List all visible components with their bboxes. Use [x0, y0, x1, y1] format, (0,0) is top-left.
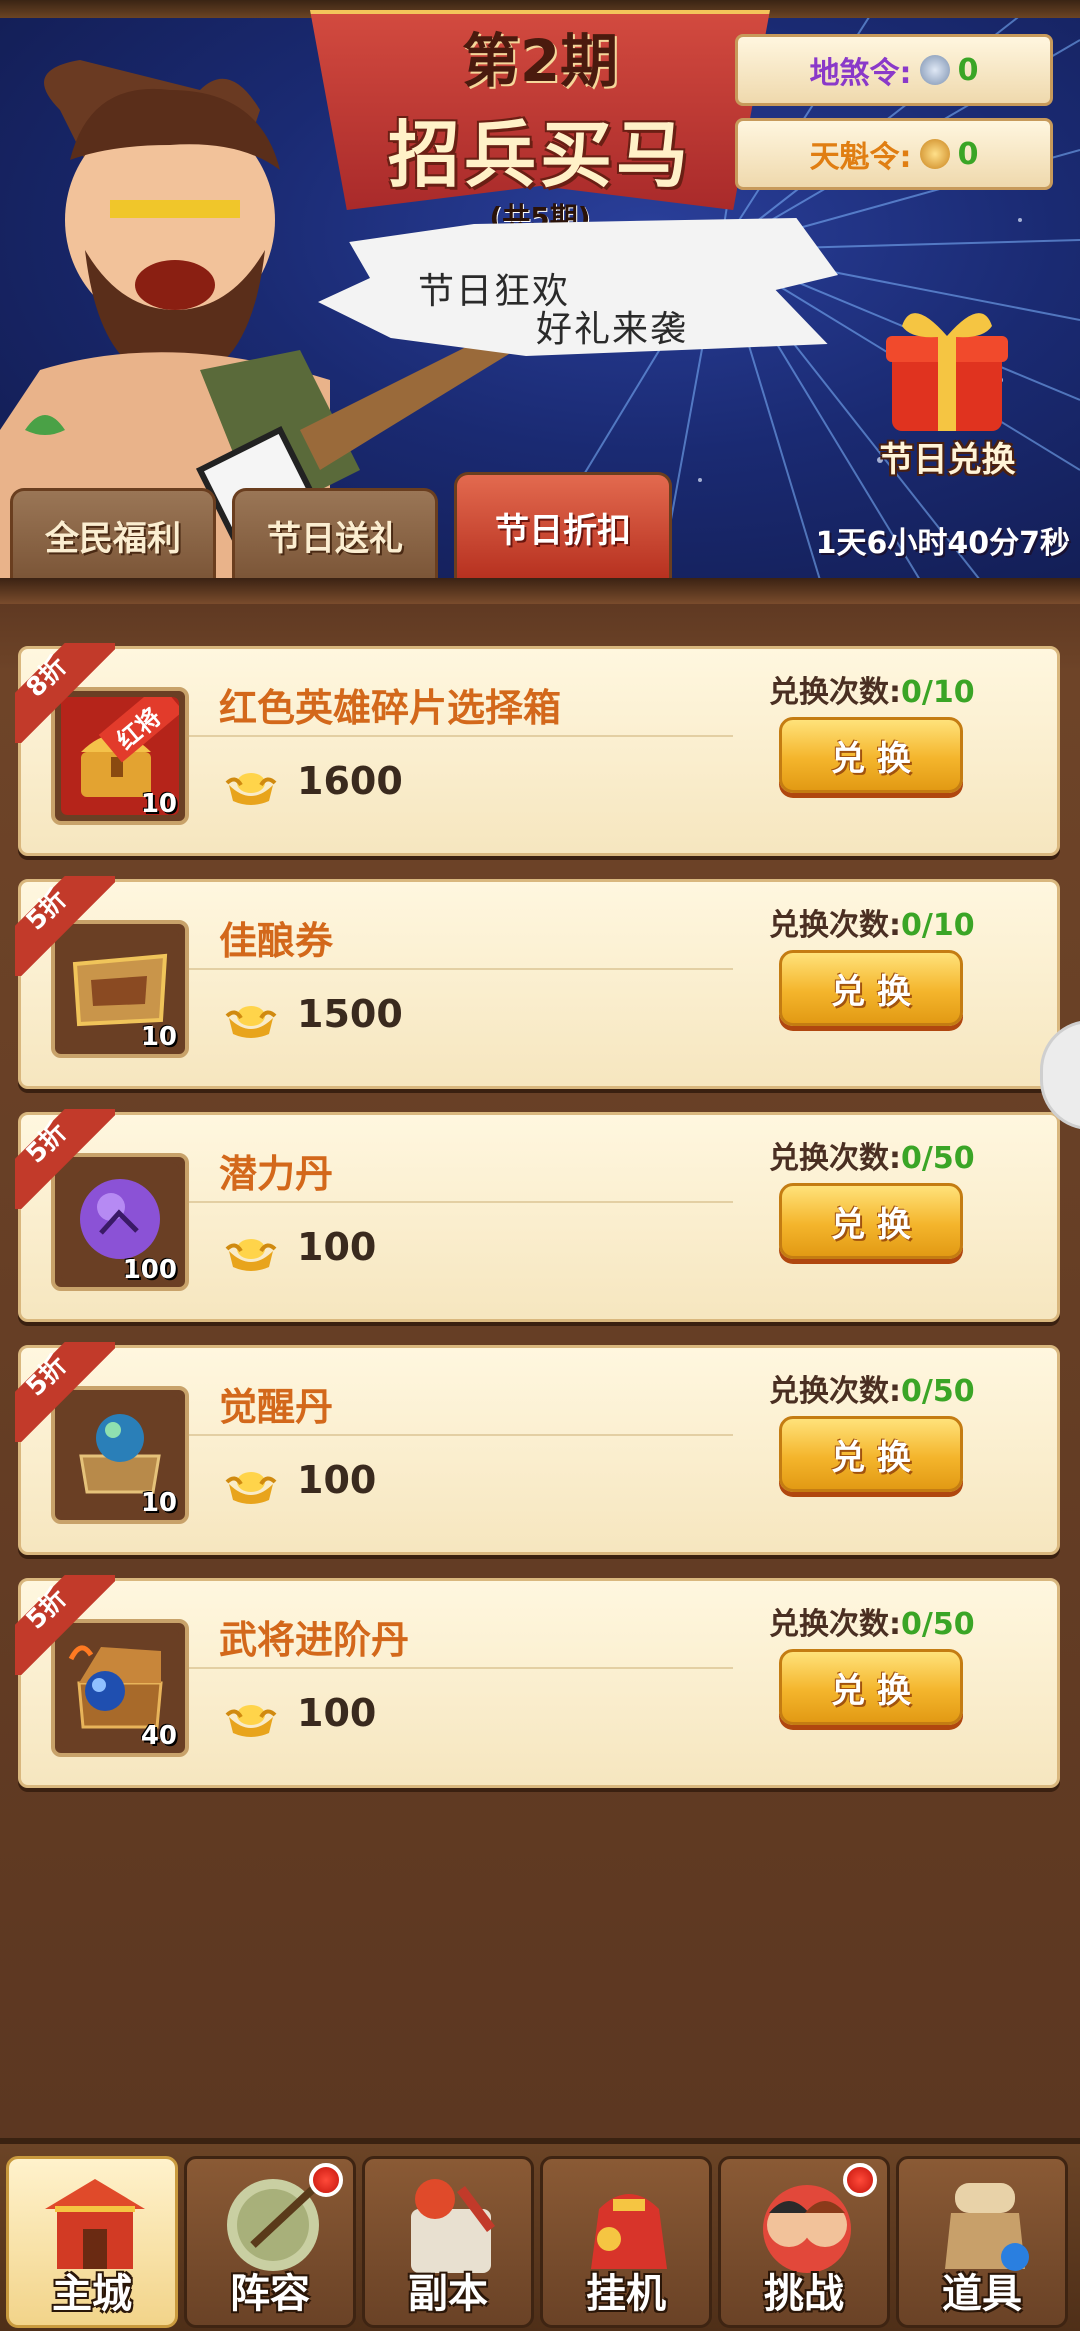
discount-ribbon: 5折 [15, 876, 115, 976]
nav-items[interactable]: 道具 [896, 2156, 1068, 2328]
token-tiankui: 天魁令: 0 [735, 118, 1053, 190]
exchange-limit: 兑换次数:0/10 [769, 900, 975, 944]
exchange-limit: 兑换次数:0/50 [769, 1599, 975, 1643]
exchange-button[interactable]: 兑换 [779, 1183, 963, 1259]
tab-public-welfare[interactable]: 全民福利 [10, 488, 216, 580]
exchange-button[interactable]: 兑换 [779, 1416, 963, 1492]
gold-ingot-icon [225, 1472, 277, 1504]
shop-item-card: 10 5折 佳酿券 1500 兑换次数:0/10 兑换 [15, 876, 1060, 1089]
holiday-exchange-label[interactable]: 节日兑换 [855, 432, 1040, 481]
gold-ingot-icon [225, 1239, 277, 1271]
nav-label: 副本 [408, 2271, 488, 2317]
exchange-limit-value: 0/50 [901, 1607, 975, 1642]
divider [189, 968, 733, 970]
exchange-limit-label: 兑换次数: [769, 1374, 901, 1409]
shop-item-card: 100 5折 潜力丹 100 兑换次数:0/50 兑换 [15, 1109, 1060, 1322]
nav-dungeon[interactable]: 副本 [362, 2156, 534, 2328]
gold-ingot-icon [225, 1705, 277, 1737]
item-price: 100 [297, 1691, 377, 1735]
token-disha-value: 0 [957, 52, 979, 88]
item-count: 10 [140, 1022, 177, 1052]
event-banner: 第2期 招兵买马 (共5期) 地煞令: 0 天魁令: 0 节日狂欢 好礼来袭 节… [0, 0, 1080, 580]
nav-label: 挂机 [586, 2271, 666, 2317]
nav-main-city[interactable]: 主城 [6, 2156, 178, 2328]
divider [189, 1201, 733, 1203]
exchange-button[interactable]: 兑换 [779, 717, 963, 793]
item-price: 1500 [297, 992, 403, 1036]
exchange-limit-label: 兑换次数: [769, 908, 901, 943]
exchange-button[interactable]: 兑换 [779, 1649, 963, 1725]
exchange-button[interactable]: 兑换 [779, 950, 963, 1026]
tab-holiday-gift[interactable]: 节日送礼 [232, 488, 438, 580]
gift-box-icon[interactable] [872, 296, 1022, 436]
gold-token-icon [919, 139, 950, 169]
notification-dot [309, 2163, 343, 2197]
token-disha-label: 地煞令: [809, 56, 912, 91]
divider [189, 735, 733, 737]
exchange-limit: 兑换次数:0/50 [769, 1133, 975, 1177]
exchange-limit-label: 兑换次数: [769, 1607, 901, 1642]
nav-label: 挑战 [764, 2271, 844, 2317]
exchange-limit-label: 兑换次数: [769, 1141, 901, 1176]
speech-line-2: 好礼来袭 [536, 309, 689, 350]
exchange-limit-value: 0/10 [901, 908, 975, 943]
nav-label: 阵容 [230, 2271, 310, 2317]
shop-item-card: 红将 10 8折 红色英雄碎片选择箱 1600 兑换次数:0/10 兑换 [15, 643, 1060, 856]
event-title: 招兵买马 [387, 113, 692, 197]
silver-token-icon [919, 55, 950, 85]
token-tiankui-label: 天魁令: [809, 140, 912, 175]
exchange-limit: 兑换次数:0/50 [769, 1366, 975, 1410]
shop-item-card: 40 5折 武将进阶丹 100 兑换次数:0/50 兑换 [15, 1575, 1060, 1788]
tab-holiday-discount[interactable]: 节日折扣 [454, 472, 672, 580]
discount-ribbon: 5折 [15, 1109, 115, 1209]
item-count: 10 [140, 789, 177, 819]
nav-idle[interactable]: 挂机 [540, 2156, 712, 2328]
shop-item-card: 10 5折 觉醒丹 100 兑换次数:0/50 兑换 [15, 1342, 1060, 1555]
nav-challenge[interactable]: 挑战 [718, 2156, 890, 2328]
notification-dot [843, 2163, 877, 2197]
item-name: 潜力丹 [219, 1152, 334, 1196]
bottom-nav: 主城 阵容 副本 挂机 挑战 道具 [0, 2138, 1080, 2331]
nav-label: 道具 [942, 2271, 1022, 2317]
item-count: 100 [122, 1255, 177, 1285]
item-count: 10 [140, 1488, 177, 1518]
exchange-limit-value: 0/50 [901, 1141, 975, 1176]
nav-label: 主城 [52, 2271, 132, 2317]
item-price: 100 [297, 1458, 377, 1502]
exchange-limit: 兑换次数:0/10 [769, 667, 975, 711]
item-name: 红色英雄碎片选择箱 [219, 686, 562, 730]
item-name: 觉醒丹 [219, 1385, 334, 1429]
exchange-limit-label: 兑换次数: [769, 675, 901, 710]
item-count: 40 [140, 1721, 177, 1751]
discount-ribbon: 8折 [15, 643, 115, 743]
divider [189, 1434, 733, 1436]
token-tiankui-value: 0 [957, 136, 979, 172]
item-price: 100 [297, 1225, 377, 1269]
divider [189, 1667, 733, 1669]
item-price: 1600 [297, 759, 403, 803]
nav-lineup[interactable]: 阵容 [184, 2156, 356, 2328]
exchange-limit-value: 0/10 [901, 675, 975, 710]
token-disha: 地煞令: 0 [735, 34, 1053, 106]
discount-ribbon: 5折 [15, 1575, 115, 1675]
item-name: 武将进阶丹 [219, 1618, 410, 1662]
panel-top-rim [0, 578, 1080, 604]
event-period: 第2期 [461, 27, 619, 95]
item-name: 佳酿券 [219, 919, 334, 963]
countdown-timer: 1天6小时40分7秒 [815, 526, 1070, 561]
gold-ingot-icon [225, 1006, 277, 1038]
gold-ingot-icon [225, 773, 277, 805]
exchange-limit-value: 0/50 [901, 1374, 975, 1409]
discount-ribbon: 5折 [15, 1342, 115, 1442]
